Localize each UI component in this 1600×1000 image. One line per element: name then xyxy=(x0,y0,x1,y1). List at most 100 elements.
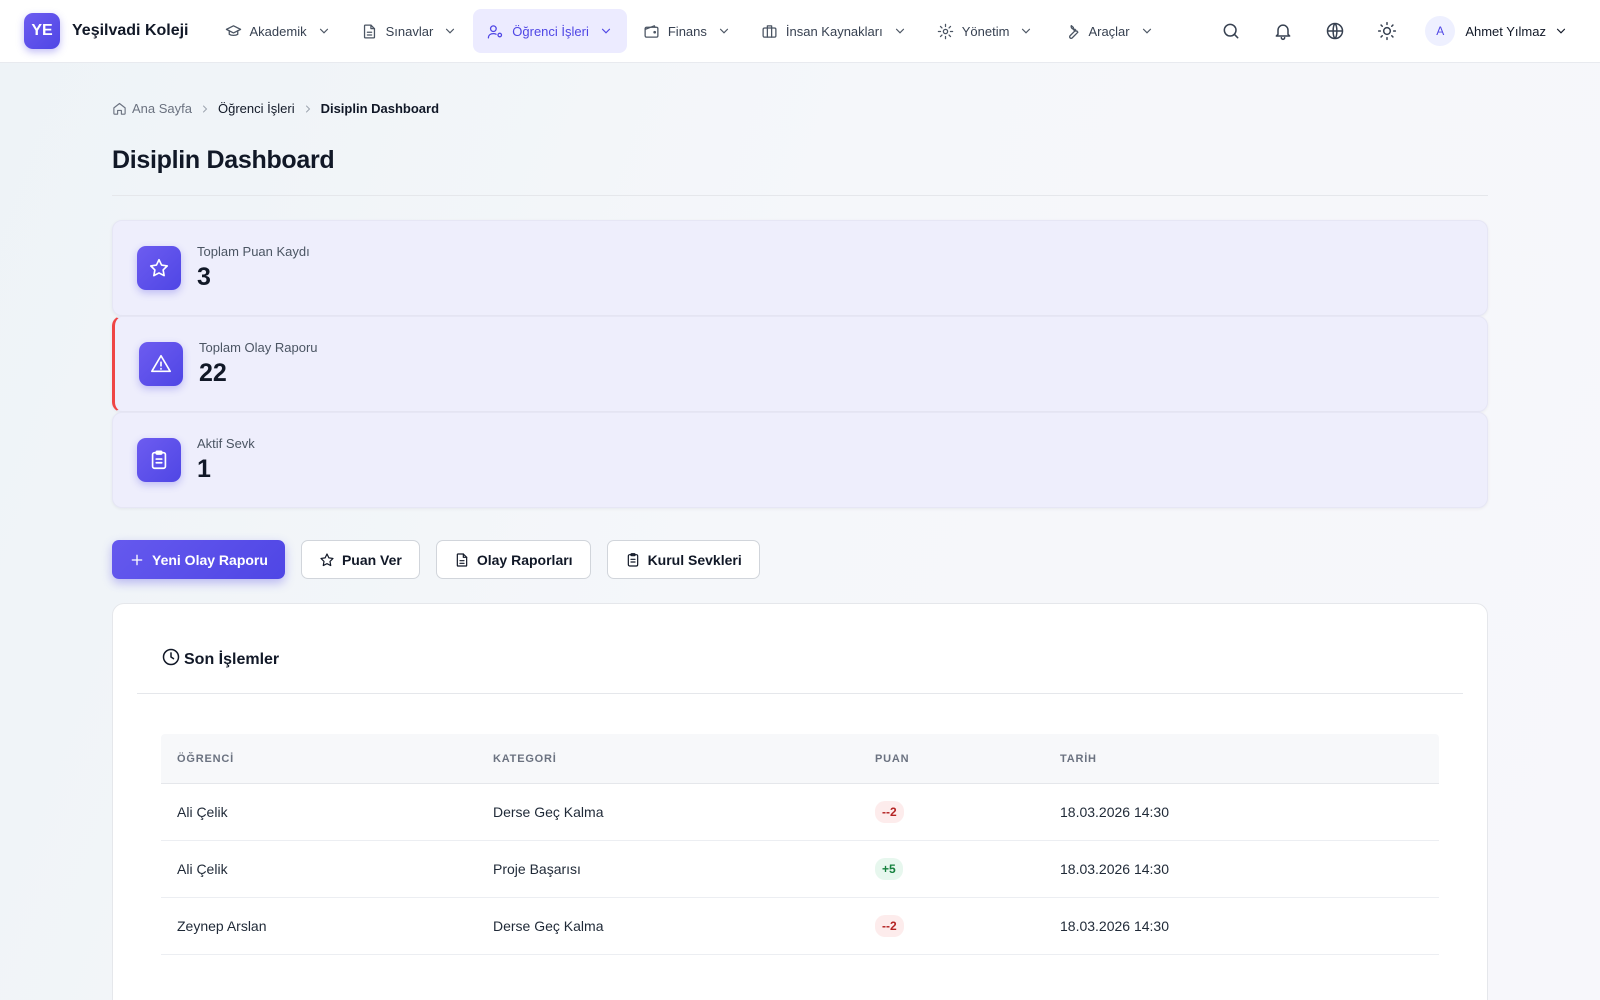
nav-item-insan-kaynaklari[interactable]: İnsan Kaynakları xyxy=(747,9,921,53)
nav-item-label: Sınavlar xyxy=(385,23,434,39)
plus-icon xyxy=(131,554,143,565)
nav-item-label: Araçlar xyxy=(1088,23,1130,39)
stat-label: Toplam Olay Raporu xyxy=(199,340,318,355)
user-menu[interactable]: A Ahmet Yılmaz xyxy=(1425,16,1568,46)
clipboard-icon xyxy=(151,450,167,470)
warning-icon xyxy=(151,354,171,373)
cell-student: Ali Çelik xyxy=(177,804,228,820)
chevron-down-icon xyxy=(1142,28,1151,34)
panel-title: Son İşlemler xyxy=(184,650,280,668)
button-label: Yeni Olay Raporu xyxy=(152,551,268,568)
cell-category: Derse Geç Kalma xyxy=(493,804,604,820)
top-navigation-bar: YE Yeşilvadi Koleji Akademik Sınavlar Öğ… xyxy=(0,0,1600,63)
nav-item-label: Yönetim xyxy=(961,23,1010,39)
bell-icon xyxy=(1275,24,1291,41)
cell-date: 18.03.2026 14:30 xyxy=(1060,804,1169,820)
user-cog-icon xyxy=(488,24,503,39)
button-label: Puan Ver xyxy=(341,551,402,568)
chevron-down-icon xyxy=(601,28,610,34)
stat-icon-box xyxy=(137,246,181,290)
points-badge: --2 xyxy=(875,915,904,937)
chevron-right-icon xyxy=(203,105,208,112)
cell-points: --2 xyxy=(875,915,1060,937)
chevron-down-icon xyxy=(895,28,904,34)
stat-label: Aktif Sevk xyxy=(197,436,255,451)
clock-icon xyxy=(162,648,180,665)
stat-label: Toplam Puan Kaydı xyxy=(197,244,310,259)
table-header: ÖĞRENCİ KATEGORİ PUAN TARİH xyxy=(161,734,1439,784)
cell-points: --2 xyxy=(875,801,1060,823)
column-header-points[interactable]: PUAN xyxy=(875,753,1060,765)
graduation-cap-icon xyxy=(225,24,241,36)
column-header-category[interactable]: KATEGORİ xyxy=(493,753,875,765)
stat-value: 22 xyxy=(199,359,227,387)
briefcase-icon xyxy=(762,24,777,38)
breadcrumb-section[interactable]: Öğrenci İşleri xyxy=(218,101,295,116)
avatar: A xyxy=(1425,16,1456,46)
stat-value: 1 xyxy=(197,455,211,483)
document-icon xyxy=(363,23,375,39)
stat-card-referrals: Aktif Sevk 1 xyxy=(112,412,1488,508)
nav-item-ogrenci-isleri[interactable]: Öğrenci İşleri xyxy=(473,9,627,53)
chevron-down-icon xyxy=(1556,28,1566,34)
notifications-button[interactable] xyxy=(1265,13,1301,49)
nav-item-yonetim[interactable]: Yönetim xyxy=(923,9,1048,53)
stat-icon-box xyxy=(137,438,181,482)
cell-date: 18.03.2026 14:30 xyxy=(1060,861,1169,877)
nav-item-label: Akademik xyxy=(249,23,307,39)
cell-category: Derse Geç Kalma xyxy=(493,918,604,934)
recent-activity-table: ÖĞRENCİ KATEGORİ PUAN TARİH Ali Çelik De… xyxy=(161,734,1439,955)
cell-date: 18.03.2026 14:30 xyxy=(1060,918,1169,934)
chevron-down-icon xyxy=(446,28,455,34)
breadcrumb-home[interactable]: Ana Sayfa xyxy=(132,101,192,116)
nav-utilities: A Ahmet Yılmaz xyxy=(1197,13,1568,49)
nav-item-araclar[interactable]: Araçlar xyxy=(1049,9,1167,53)
breadcrumb: Ana Sayfa Öğrenci İşleri Disiplin Dashbo… xyxy=(112,101,1488,116)
document-icon xyxy=(456,552,468,567)
board-referrals-button[interactable]: Kurul Sevkleri xyxy=(606,540,760,579)
points-badge: +5 xyxy=(875,858,903,880)
page-title: Disiplin Dashboard xyxy=(112,146,335,174)
cell-student: Zeynep Arslan xyxy=(177,918,267,934)
globe-icon xyxy=(1327,22,1344,40)
chevron-down-icon xyxy=(719,28,728,34)
brand-logo: YE xyxy=(24,13,60,49)
brand[interactable]: YE Yeşilvadi Koleji xyxy=(24,13,189,49)
main-menu: Akademik Sınavlar Öğrenci İşleri Finans … xyxy=(211,9,1170,53)
nav-item-finans[interactable]: Finans xyxy=(629,9,745,53)
search-button[interactable] xyxy=(1213,13,1249,49)
stat-value: 3 xyxy=(197,263,211,291)
panel-header: Son İşlemler xyxy=(137,604,1463,694)
nav-item-label: Öğrenci İşleri xyxy=(512,23,589,39)
incident-reports-button[interactable]: Olay Raporları xyxy=(435,540,591,579)
stat-card-incidents: Toplam Olay Raporu 22 xyxy=(112,316,1488,412)
star-icon xyxy=(320,552,334,566)
column-header-student[interactable]: ÖĞRENCİ xyxy=(161,753,493,765)
new-incident-report-button[interactable]: Yeni Olay Raporu xyxy=(112,540,285,579)
chevron-down-icon xyxy=(1022,28,1031,34)
search-icon xyxy=(1223,23,1239,39)
points-badge: --2 xyxy=(875,801,904,823)
theme-toggle-button[interactable] xyxy=(1369,13,1405,49)
language-button[interactable] xyxy=(1317,13,1353,49)
button-label: Olay Raporları xyxy=(476,551,573,568)
chevron-right-icon xyxy=(305,105,310,112)
nav-item-akademik[interactable]: Akademik xyxy=(211,9,345,53)
nav-item-sinavlar[interactable]: Sınavlar xyxy=(347,9,472,53)
table-row[interactable]: Ali Çelik Derse Geç Kalma --2 18.03.2026… xyxy=(161,784,1439,841)
table-row[interactable]: Ali Çelik Proje Başarısı +5 18.03.2026 1… xyxy=(161,841,1439,898)
breadcrumb-current: Disiplin Dashboard xyxy=(320,101,440,116)
cell-student: Ali Çelik xyxy=(177,861,228,877)
column-header-date[interactable]: TARİH xyxy=(1060,753,1360,765)
cell-category: Proje Başarısı xyxy=(493,861,581,877)
wallet-icon xyxy=(644,24,659,38)
main-content: Ana Sayfa Öğrenci İşleri Disiplin Dashbo… xyxy=(112,63,1488,1000)
give-points-button[interactable]: Puan Ver xyxy=(300,540,420,579)
nav-item-label: Finans xyxy=(667,23,707,39)
stat-card-points: Toplam Puan Kaydı 3 xyxy=(112,220,1488,316)
star-icon xyxy=(149,258,169,277)
brand-name: Yeşilvadi Koleji xyxy=(72,22,189,39)
button-label: Kurul Sevkleri xyxy=(647,551,742,568)
action-bar: Yeni Olay Raporu Puan Ver Olay Raporları… xyxy=(112,540,1488,579)
table-row[interactable]: Zeynep Arslan Derse Geç Kalma --2 18.03.… xyxy=(161,898,1439,955)
